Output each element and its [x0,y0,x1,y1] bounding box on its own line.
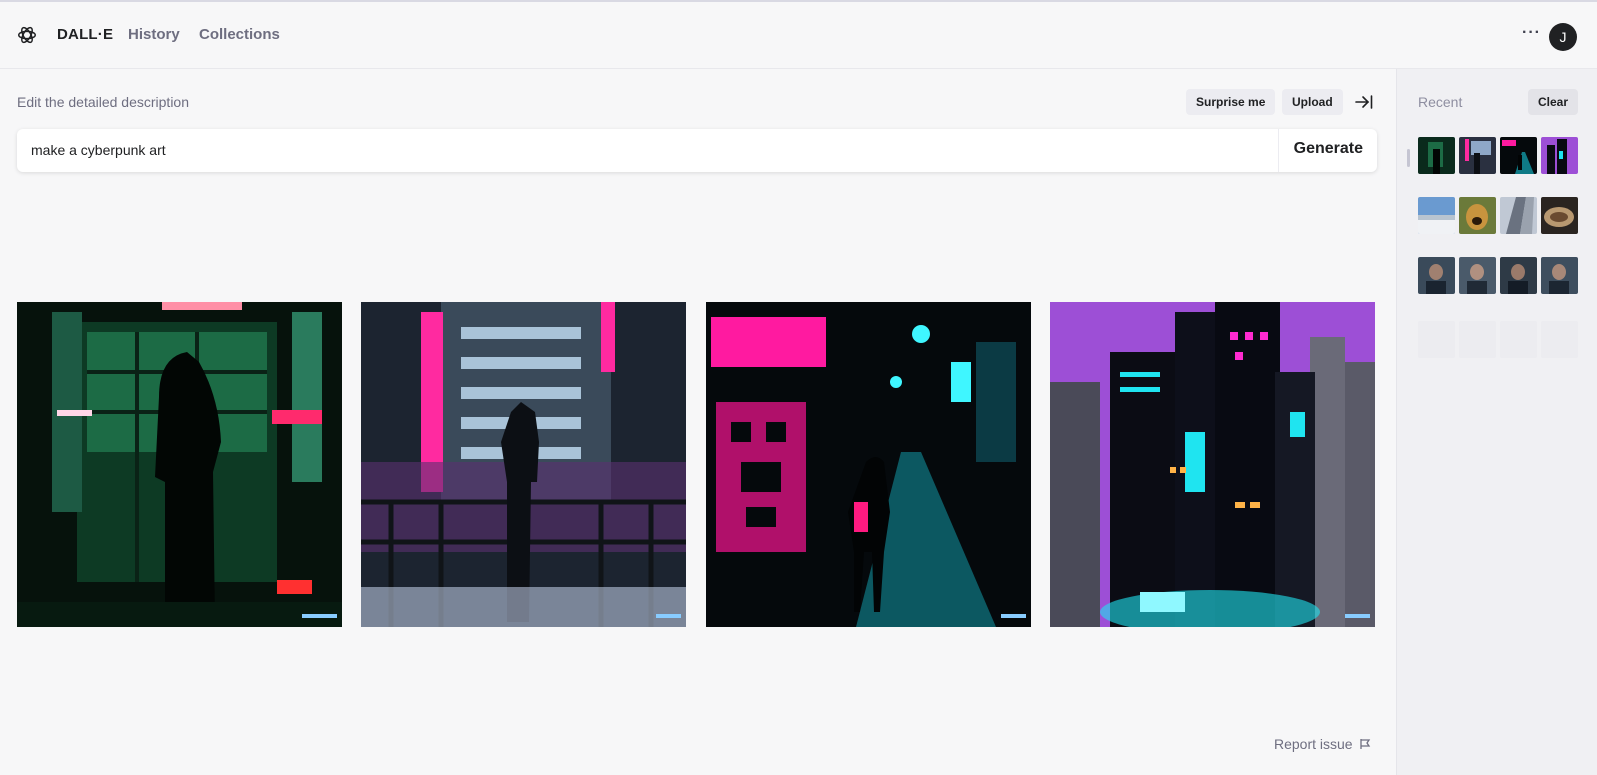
brand-link[interactable]: DALL·E [57,26,113,43]
ellipsis-icon[interactable]: ··· [1522,24,1541,42]
top-bar: DALL·E History Collections ··· J [0,2,1597,69]
recent-row [1418,257,1578,294]
prompt-divider [1278,129,1279,172]
recent-row [1418,197,1578,234]
sidebar-scrollbar[interactable] [1407,149,1410,167]
result-image-3[interactable] [706,302,1031,627]
result-gallery [17,302,1377,627]
recent-thumbnail-placeholder [1500,321,1537,358]
nav-collections[interactable]: Collections [199,26,280,43]
cyberpunk-green-hooded-figure-image [17,302,342,627]
collapse-sidebar-icon[interactable] [1354,92,1374,112]
recent-thumbnail-placeholder [1459,321,1496,358]
user-avatar[interactable]: J [1549,23,1577,51]
openai-logo-icon[interactable] [16,24,38,46]
recent-row-placeholder [1418,321,1578,358]
recent-thumbnail[interactable] [1500,197,1537,234]
nav-history[interactable]: History [128,26,180,43]
recent-thumbnail[interactable] [1459,137,1496,174]
clear-button[interactable]: Clear [1528,89,1578,115]
generate-button[interactable]: Generate [1294,140,1363,158]
recent-thumbnail[interactable] [1418,137,1455,174]
recent-thumbnail[interactable] [1459,257,1496,294]
recent-row [1418,137,1578,174]
recent-thumbnail[interactable] [1500,137,1537,174]
prompt-input[interactable]: make a cyberpunk art [31,142,166,158]
recent-thumbnail[interactable] [1459,197,1496,234]
recent-thumbnail[interactable] [1541,257,1578,294]
result-image-2[interactable] [361,302,686,627]
recent-thumbnail-placeholder [1541,321,1578,358]
recent-label: Recent [1418,94,1463,110]
recent-thumbnail[interactable] [1418,197,1455,234]
cyberpunk-purple-skyline-image [1050,302,1375,627]
prompt-box: make a cyberpunk art Generate [17,129,1377,172]
recent-thumbnail[interactable] [1541,137,1578,174]
main-panel: Edit the detailed description Surprise m… [0,69,1396,775]
recent-thumbnail[interactable] [1418,257,1455,294]
cyberpunk-neon-city-balcony-image [361,302,686,627]
recent-sidebar: Recent Clear [1396,69,1597,775]
surprise-me-button[interactable]: Surprise me [1186,89,1276,115]
flag-icon [1359,739,1370,749]
recent-thumbnail[interactable] [1500,257,1537,294]
cyberpunk-pink-teal-alley-image [706,302,1031,627]
recent-thumbnail-placeholder [1418,321,1455,358]
upload-button[interactable]: Upload [1282,89,1343,115]
report-issue-link[interactable]: Report issue [1274,736,1371,752]
report-issue-label: Report issue [1274,736,1353,752]
result-image-1[interactable] [17,302,342,627]
result-image-4[interactable] [1050,302,1375,627]
description-label: Edit the detailed description [17,94,189,110]
recent-thumbnail[interactable] [1541,197,1578,234]
